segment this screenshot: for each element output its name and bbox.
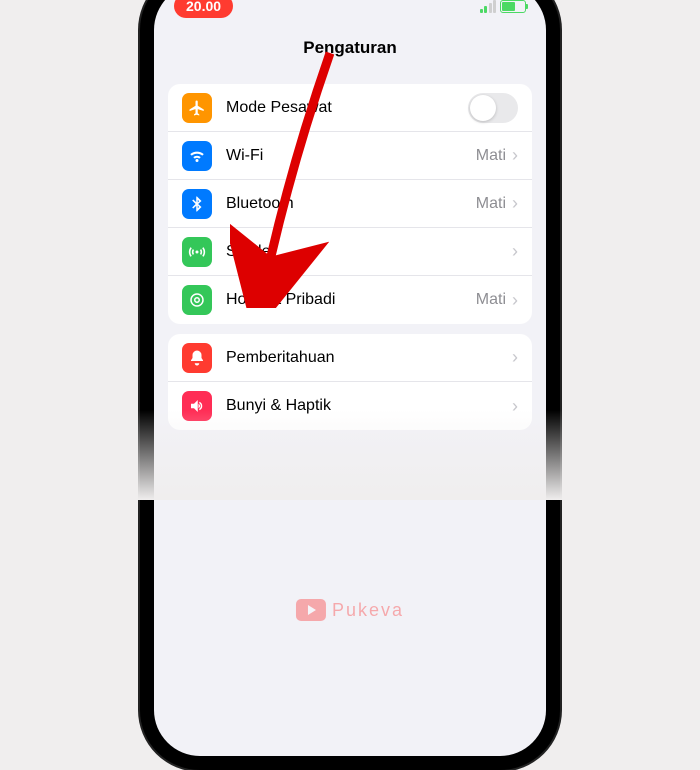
battery-icon xyxy=(500,0,526,13)
settings-group-notifications: Pemberitahuan › Bunyi & Haptik › xyxy=(168,334,532,430)
row-label: Bluetooth xyxy=(226,195,476,213)
recording-time-pill[interactable]: 20.00 xyxy=(174,0,233,18)
chevron-right-icon: › xyxy=(512,290,518,311)
cellular-icon xyxy=(182,237,212,267)
watermark-text: Pukeva xyxy=(332,600,404,621)
row-airplane-mode[interactable]: Mode Pesawat xyxy=(168,84,532,132)
row-value: Mati xyxy=(476,147,506,165)
status-bar: 20.00 xyxy=(154,0,546,28)
watermark: Pukeva xyxy=(296,599,404,621)
chevron-right-icon: › xyxy=(512,145,518,166)
row-label: Seluler xyxy=(226,243,512,261)
row-label: Mode Pesawat xyxy=(226,99,468,117)
screen: 20.00 Pengaturan Mode Pesawat xyxy=(154,0,546,756)
youtube-icon xyxy=(296,599,326,621)
row-cellular[interactable]: Seluler › xyxy=(168,228,532,276)
row-wifi[interactable]: Wi-Fi Mati › xyxy=(168,132,532,180)
airplane-toggle[interactable] xyxy=(468,93,518,123)
row-value: Mati xyxy=(476,291,506,309)
row-bluetooth[interactable]: Bluetooth Mati › xyxy=(168,180,532,228)
chevron-right-icon: › xyxy=(512,347,518,368)
phone-frame: 20.00 Pengaturan Mode Pesawat xyxy=(140,0,560,770)
row-label: Bunyi & Haptik xyxy=(226,397,512,415)
row-value: Mati xyxy=(476,195,506,213)
hotspot-icon xyxy=(182,285,212,315)
cell-signal-icon xyxy=(480,0,497,13)
row-label: Wi-Fi xyxy=(226,147,476,165)
row-sounds[interactable]: Bunyi & Haptik › xyxy=(168,382,532,430)
row-hotspot[interactable]: Hotspot Pribadi Mati › xyxy=(168,276,532,324)
chevron-right-icon: › xyxy=(512,396,518,417)
airplane-icon xyxy=(182,93,212,123)
notifications-icon xyxy=(182,343,212,373)
row-label: Pemberitahuan xyxy=(226,349,512,367)
page-title: Pengaturan xyxy=(154,28,546,74)
bluetooth-icon xyxy=(182,189,212,219)
chevron-right-icon: › xyxy=(512,241,518,262)
chevron-right-icon: › xyxy=(512,193,518,214)
status-right xyxy=(480,0,527,13)
settings-group-connectivity: Mode Pesawat Wi-Fi Mati › Bluetooth Mati… xyxy=(168,84,532,324)
row-label: Hotspot Pribadi xyxy=(226,291,476,309)
row-notifications[interactable]: Pemberitahuan › xyxy=(168,334,532,382)
sounds-icon xyxy=(182,391,212,421)
wifi-icon xyxy=(182,141,212,171)
